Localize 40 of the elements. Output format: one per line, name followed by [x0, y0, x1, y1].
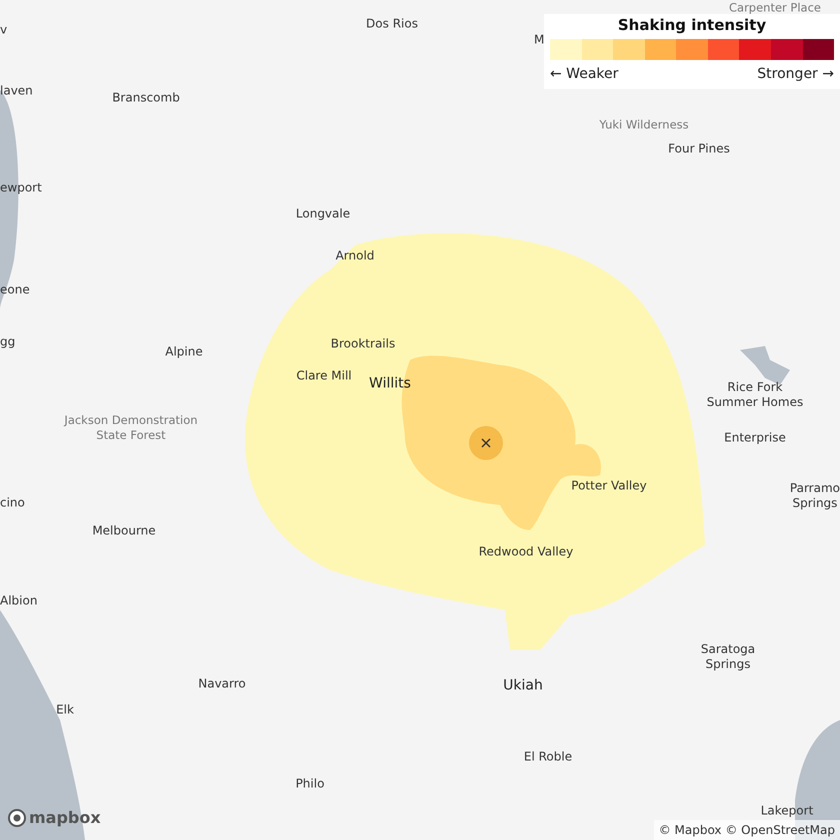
place-label: gg [0, 334, 16, 350]
stronger-label: Stronger → [757, 64, 834, 84]
place-label: Clare Mill [296, 368, 352, 384]
place-label: Carpenter Place [729, 0, 821, 16]
place-label: cino [0, 496, 25, 510]
place-label: Parramo Springs [790, 481, 840, 511]
place-label: Four Pines [668, 142, 730, 156]
place-label: Lakeport [760, 804, 814, 818]
legend-title: Shaking intensity [616, 15, 768, 36]
place-label: Dos Rios [366, 16, 418, 32]
place-label: Alpine [165, 344, 203, 360]
place-label: Arnold [336, 248, 374, 264]
place-label: Rice Fork Summer Homes [706, 380, 804, 410]
place-label: Willits [369, 376, 411, 392]
place-label: Redwood Valley [478, 544, 574, 560]
place-label: Yuki Wilderness [599, 118, 689, 132]
place-label: ewport [0, 180, 42, 196]
place-label: Branscomb [112, 90, 180, 106]
place-label: Potter Valley [571, 478, 647, 494]
place-label: v [0, 22, 8, 38]
place-label: M [534, 32, 544, 48]
place-label: laven [0, 84, 33, 98]
close-icon [480, 437, 492, 449]
place-label: Melbourne [92, 524, 156, 538]
weaker-label: ← Weaker [550, 64, 618, 84]
place-label: Saratoga Springs [700, 642, 756, 672]
logo-icon [8, 809, 26, 827]
place-label: Brooktrails [330, 336, 396, 352]
place-label: Jackson Demonstration State Forest [64, 413, 198, 443]
place-label: Navarro [198, 676, 246, 692]
place-label: eone [0, 282, 30, 298]
place-label: Enterprise [724, 430, 786, 446]
map-attribution: © Mapbox © OpenStreetMap [654, 820, 840, 840]
logo-text: mapbox [29, 807, 101, 829]
place-label: Ukiah [503, 678, 543, 694]
place-label: Longvale [296, 206, 350, 222]
place-label: Albion [0, 594, 38, 608]
place-label: Philo [296, 776, 324, 792]
place-label: Elk [56, 702, 74, 718]
place-label: El Roble [524, 750, 572, 764]
